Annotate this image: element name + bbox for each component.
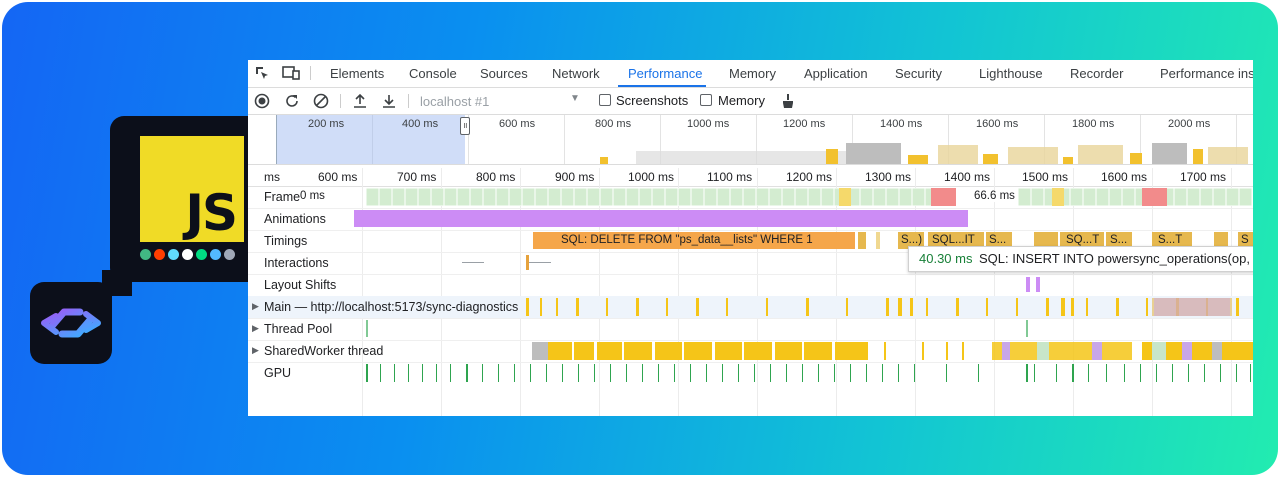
memory-label: Memory xyxy=(718,93,765,108)
ruler-tick: ms xyxy=(264,170,280,184)
timeline-tracks: Frames 0 ms 66.6 ms Animations Timings S… xyxy=(248,186,1253,416)
ruler-tick: 1300 ms xyxy=(865,170,912,184)
gpu-activity xyxy=(366,364,1251,382)
animations-track[interactable]: Animations xyxy=(248,208,1253,231)
next-icon xyxy=(182,249,193,260)
timeline-overview[interactable]: ॥ 200 ms 400 ms 600 ms 800 ms 1000 ms 12… xyxy=(248,115,1253,165)
react-icon xyxy=(168,249,179,260)
frames-bars xyxy=(366,188,1253,206)
main-thread-activity xyxy=(526,298,1239,316)
profile-select[interactable]: localhost #1 xyxy=(420,94,489,109)
animations-track-label: Animations xyxy=(264,212,326,226)
main-thread-track[interactable]: ▶ Main — http://localhost:5173/sync-diag… xyxy=(248,296,1253,319)
devtools-tab-bar: Elements Console Sources Network Perform… xyxy=(248,60,1253,88)
screenshots-label: Screenshots xyxy=(616,93,689,108)
timeline-ruler: ms 600 ms 700 ms 800 ms 900 ms 1000 ms 1… xyxy=(248,168,1253,187)
framework-icons xyxy=(140,249,235,260)
clear-icon[interactable] xyxy=(313,93,329,109)
layout-shifts-track-label: Layout Shifts xyxy=(264,278,337,292)
animation-block[interactable] xyxy=(354,210,968,227)
ruler-tick: 1000 ms xyxy=(628,170,675,184)
save-profile-icon[interactable] xyxy=(381,93,397,109)
tab-console[interactable]: Console xyxy=(409,66,457,81)
settings-icon xyxy=(224,249,235,260)
tooltip-duration: 40.30 ms xyxy=(919,251,973,266)
screenshots-checkbox[interactable] xyxy=(599,94,611,106)
expand-caret-icon[interactable]: ▶ xyxy=(252,323,259,334)
frame-duration-label: 0 ms xyxy=(300,190,325,202)
frames-track[interactable]: Frames 0 ms 66.6 ms xyxy=(248,186,1253,209)
tab-performance-insights[interactable]: Performance insights xyxy=(1160,66,1253,81)
shared-worker-track[interactable]: ▶ SharedWorker thread xyxy=(248,340,1253,363)
timing-label: SQL: DELETE FROM "ps_data__lists" WHERE … xyxy=(561,234,813,246)
shared-worker-activity xyxy=(532,342,1253,360)
tab-application[interactable]: Application xyxy=(804,66,868,81)
capacitor-icon xyxy=(210,249,221,260)
powersync-logo-icon xyxy=(41,308,101,338)
ruler-tick: 1500 ms xyxy=(1022,170,1069,184)
tab-performance[interactable]: Performance xyxy=(628,66,702,81)
devtools-window: Elements Console Sources Network Perform… xyxy=(248,60,1253,416)
tab-elements[interactable]: Elements xyxy=(330,66,384,81)
tab-sources[interactable]: Sources xyxy=(480,66,528,81)
record-icon[interactable] xyxy=(254,93,270,109)
chevron-down-icon[interactable]: ▼ xyxy=(570,93,580,104)
javascript-logo: JS xyxy=(140,136,244,242)
thread-pool-track[interactable]: ▶ Thread Pool xyxy=(248,318,1253,341)
nuxt-icon xyxy=(196,249,207,260)
memory-checkbox[interactable] xyxy=(700,94,712,106)
ruler-tick: 1200 ms xyxy=(786,170,833,184)
performance-toolbar: localhost #1 ▼ Screenshots Memory xyxy=(248,88,1253,115)
reload-record-icon[interactable] xyxy=(284,93,300,109)
layout-shifts-track[interactable]: Layout Shifts xyxy=(248,274,1253,297)
cpu-activity-chart xyxy=(600,143,1248,164)
load-profile-icon[interactable] xyxy=(352,93,368,109)
ruler-tick: 900 ms xyxy=(555,170,595,184)
timings-track-label: Timings xyxy=(264,234,308,248)
main-thread-track-label: Main — http://localhost:5173/sync-diagno… xyxy=(264,300,519,314)
gpu-track-label: GPU xyxy=(264,366,292,380)
frame-duration-label: 66.6 ms xyxy=(974,190,1015,202)
toolbar-divider xyxy=(310,66,311,80)
interactions-track-label: Interactions xyxy=(264,256,329,270)
shared-worker-track-label: SharedWorker thread xyxy=(264,344,384,358)
tab-network[interactable]: Network xyxy=(552,66,600,81)
collect-garbage-icon[interactable] xyxy=(780,93,796,109)
toolbar-divider xyxy=(340,94,341,108)
vue-icon xyxy=(140,249,151,260)
ruler-tick: 1600 ms xyxy=(1101,170,1148,184)
ruler-tick: 600 ms xyxy=(318,170,358,184)
tab-security[interactable]: Security xyxy=(895,66,942,81)
timing-block[interactable]: SQL: DELETE FROM "ps_data__lists" WHERE … xyxy=(533,232,855,249)
device-toolbar-icon[interactable] xyxy=(282,65,300,81)
toolbar-divider xyxy=(408,94,409,108)
powersync-badge xyxy=(30,282,112,364)
ruler-tick: 800 ms xyxy=(476,170,516,184)
javascript-logo-text: JS xyxy=(185,184,238,242)
inspect-element-icon[interactable] xyxy=(254,65,270,81)
tab-recorder[interactable]: Recorder xyxy=(1070,66,1123,81)
ruler-tick: 1700 ms xyxy=(1180,170,1227,184)
thread-pool-track-label: Thread Pool xyxy=(264,322,333,336)
ruler-tick: 700 ms xyxy=(397,170,437,184)
expand-caret-icon[interactable]: ▶ xyxy=(252,345,259,356)
ruler-tick: 1400 ms xyxy=(944,170,991,184)
gpu-track[interactable]: GPU xyxy=(248,362,1253,384)
tab-memory[interactable]: Memory xyxy=(729,66,776,81)
tooltip-text: SQL: INSERT INTO powersync_operations(op… xyxy=(979,251,1253,266)
expand-caret-icon[interactable]: ▶ xyxy=(252,301,259,312)
svelte-icon xyxy=(154,249,165,260)
active-tab-indicator xyxy=(618,85,706,87)
ruler-tick: 1100 ms xyxy=(707,170,753,184)
timing-tooltip: 40.30 ms SQL: INSERT INTO powersync_oper… xyxy=(908,246,1253,272)
tab-lighthouse[interactable]: Lighthouse xyxy=(979,66,1043,81)
